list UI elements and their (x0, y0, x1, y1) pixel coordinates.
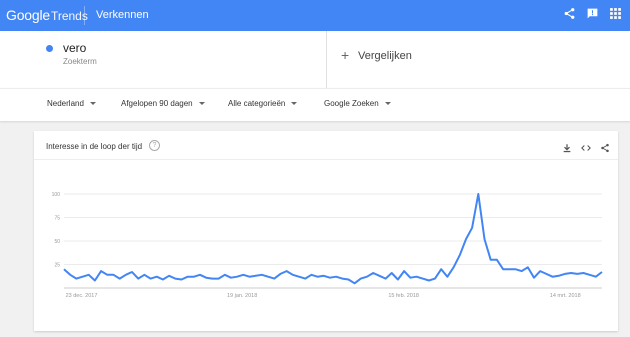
page-title: Verkennen (96, 9, 149, 21)
filter-search-type-label: Google Zoeken (324, 99, 379, 108)
term-type: Zoekterm (63, 57, 97, 66)
y-tick-label: 75 (54, 216, 60, 222)
filter-region[interactable]: Nederland (47, 99, 96, 108)
term-bar: vero Zoekterm + Vergelijken (0, 31, 630, 88)
filter-time-label: Afgelopen 90 dagen (121, 99, 193, 108)
filter-region-label: Nederland (47, 99, 84, 108)
apps-grid-icon[interactable] (609, 7, 622, 20)
search-term-card[interactable]: vero Zoekterm (34, 31, 327, 88)
plus-icon: + (341, 47, 350, 63)
logo-trends-text: Trends (50, 9, 88, 23)
term-color-dot (46, 45, 53, 52)
chevron-down-icon (89, 102, 96, 106)
interest-over-time-card: Interesse in de loop der tijd ? 100 75 50 2… (34, 131, 618, 331)
filter-search-type[interactable]: Google Zoeken (324, 99, 391, 108)
header-actions (563, 7, 622, 20)
compare-button[interactable]: + Vergelijken (327, 31, 630, 88)
series-line[interactable] (63, 193, 603, 285)
filter-bar: Nederland Afgelopen 90 dagen Alle catego… (0, 88, 630, 121)
logo-google-text: Google (6, 7, 50, 23)
x-tick-label: 15 feb. 2018 (388, 293, 419, 299)
x-tick-label: 19 jan. 2018 (227, 293, 257, 299)
feedback-icon[interactable] (586, 7, 599, 20)
share-icon[interactable] (563, 7, 576, 20)
x-tick-label: 14 mrt. 2018 (550, 293, 581, 299)
top-bar: GoogleTrends Verkennen (0, 0, 630, 31)
y-tick-label: 100 (52, 192, 61, 198)
y-tick-label: 25 (54, 263, 60, 269)
filter-time[interactable]: Afgelopen 90 dagen (121, 99, 205, 108)
filter-category-label: Alle categorieën (228, 99, 286, 108)
header-divider (84, 6, 85, 25)
filter-category[interactable]: Alle categorieën (228, 99, 298, 108)
y-tick-label: 50 (54, 239, 60, 245)
x-tick-label: 23 dec. 2017 (66, 293, 98, 299)
chevron-down-icon (198, 102, 205, 106)
chevron-down-icon (384, 102, 391, 106)
chevron-down-icon (291, 102, 298, 106)
interest-line-chart: 100 75 50 25 23 dec. 2017 19 jan. 2018 15 feb.… (52, 192, 603, 299)
google-trends-logo[interactable]: GoogleTrends (6, 7, 88, 23)
term-name: vero (63, 41, 87, 55)
compare-label: Vergelijken (358, 50, 412, 62)
